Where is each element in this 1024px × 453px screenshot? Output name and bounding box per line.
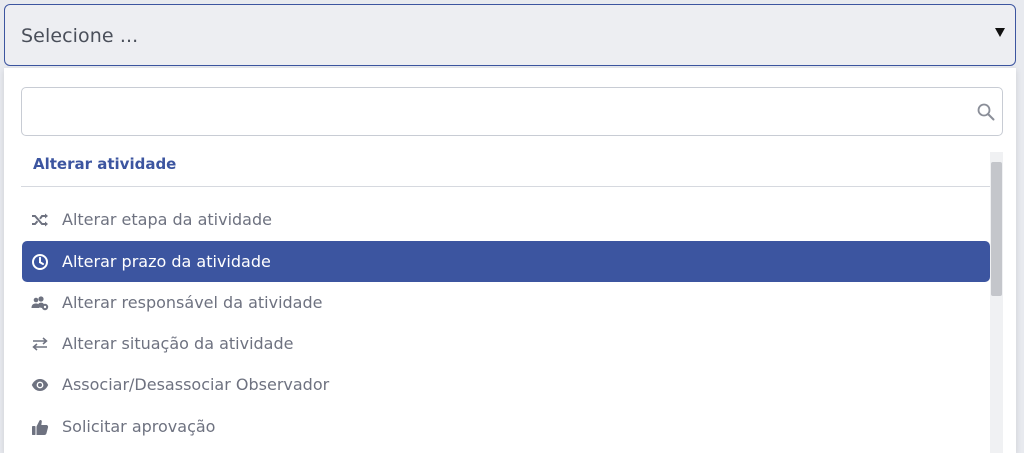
dropdown-list-container: Alterar atividade Alterar etapa da ativi… xyxy=(4,68,1016,453)
options-list: Alterar atividade Alterar etapa da ativi… xyxy=(21,152,1003,453)
group-label: Alterar atividade xyxy=(33,155,177,173)
exchange-arrows-icon xyxy=(32,337,48,351)
option-alterar-etapa[interactable]: Alterar etapa da atividade xyxy=(22,199,990,240)
option-alterar-prazo[interactable]: Alterar prazo da atividade xyxy=(22,241,990,282)
scrollbar[interactable] xyxy=(990,152,1003,453)
option-label: Solicitar aprovação xyxy=(62,417,216,436)
option-alterar-situacao[interactable]: Alterar situação da atividade xyxy=(22,323,990,364)
option-associar-observador[interactable]: Associar/Desassociar Observador xyxy=(22,364,990,405)
option-label: Alterar responsável da atividade xyxy=(62,293,323,312)
option-label: Alterar situação da atividade xyxy=(62,334,294,353)
page: Selecione ... Alterar atividade Alterar … xyxy=(0,0,1024,453)
option-label: Alterar prazo da atividade xyxy=(62,252,271,271)
users-gear-icon xyxy=(31,296,49,311)
clock-icon xyxy=(32,254,48,270)
group-header: Alterar atividade xyxy=(21,152,991,187)
select-value: Selecione ... xyxy=(21,25,139,47)
option-alterar-responsavel[interactable]: Alterar responsável da atividade xyxy=(22,282,990,323)
option-solicitar-aprovacao[interactable]: Solicitar aprovação xyxy=(22,406,990,447)
select-dropdown[interactable]: Selecione ... xyxy=(4,4,1016,66)
thumbs-up-icon xyxy=(32,420,49,435)
option-label: Alterar etapa da atividade xyxy=(62,210,272,229)
eye-icon xyxy=(31,379,49,391)
caret-down-icon[interactable] xyxy=(993,25,1007,39)
scrollbar-thumb[interactable] xyxy=(991,162,1002,296)
option-label: Associar/Desassociar Observador xyxy=(62,375,330,394)
shuffle-icon xyxy=(32,213,48,227)
